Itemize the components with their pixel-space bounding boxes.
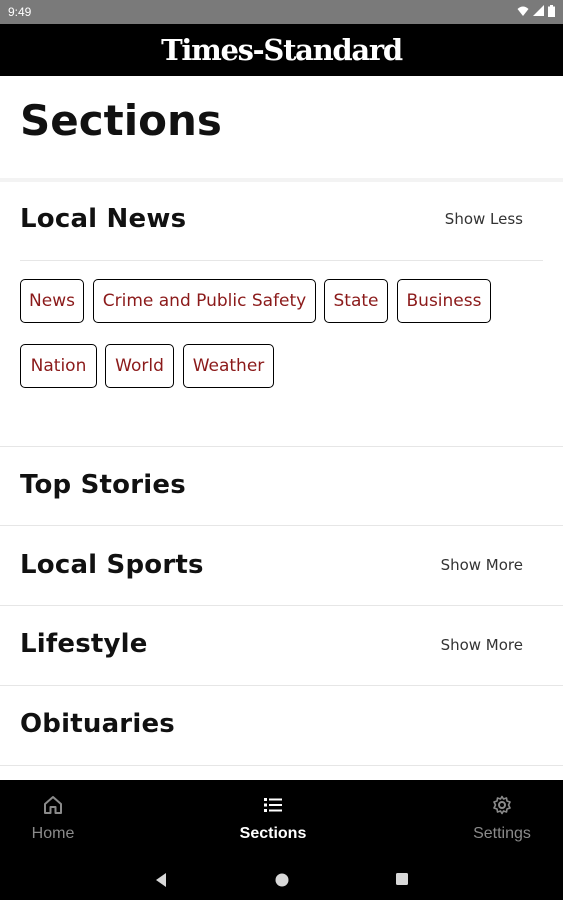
nav-home-label: Home [31,825,75,842]
show-more-button[interactable]: Show More [441,638,523,653]
nav-settings-label: Settings [473,825,531,842]
divider [0,525,563,526]
home-circle-icon[interactable] [274,872,290,888]
divider [0,446,563,447]
masthead-logo: Times-Standard [161,32,403,67]
nav-sections-label: Sections [239,825,307,842]
app-header: Times-Standard [0,24,563,76]
section-title-local-news[interactable]: Local News [20,206,186,232]
bottom-navigation: Home Sections Settings [0,780,563,860]
nav-home[interactable]: Home [14,780,92,860]
status-icons [517,5,555,17]
chip-business[interactable]: Business [397,279,491,323]
battery-icon [548,5,555,17]
chip-crime-and-public-safety[interactable]: Crime and Public Safety [93,279,316,323]
gear-icon [493,795,511,815]
section-title-top-stories[interactable]: Top Stories [20,472,186,498]
divider [20,260,543,261]
section-title-lifestyle[interactable]: Lifestyle [20,631,148,657]
signal-icon [533,5,544,16]
list-icon [264,798,282,812]
divider [0,765,563,766]
wifi-icon [517,6,529,16]
chip-world[interactable]: World [105,344,174,388]
section-title-local-sports[interactable]: Local Sports [20,552,204,578]
nav-sections[interactable]: Sections [226,780,320,860]
nav-settings[interactable]: Settings [460,780,544,860]
chip-news[interactable]: News [20,279,84,323]
chip-weather[interactable]: Weather [183,344,274,388]
page-title: Sections [20,96,222,145]
divider [0,605,563,606]
home-icon [44,796,62,814]
system-navigation-bar [0,860,563,900]
title-divider [0,178,563,182]
chip-state[interactable]: State [324,279,388,323]
status-time: 9:49 [8,5,32,19]
show-more-button[interactable]: Show More [441,558,523,573]
chip-nation[interactable]: Nation [20,344,97,388]
recents-icon[interactable] [395,872,409,886]
divider [0,685,563,686]
show-less-button[interactable]: Show Less [445,212,523,227]
back-icon[interactable] [154,872,168,888]
section-title-obituaries[interactable]: Obituaries [20,711,175,737]
status-bar: 9:49 [0,0,563,24]
